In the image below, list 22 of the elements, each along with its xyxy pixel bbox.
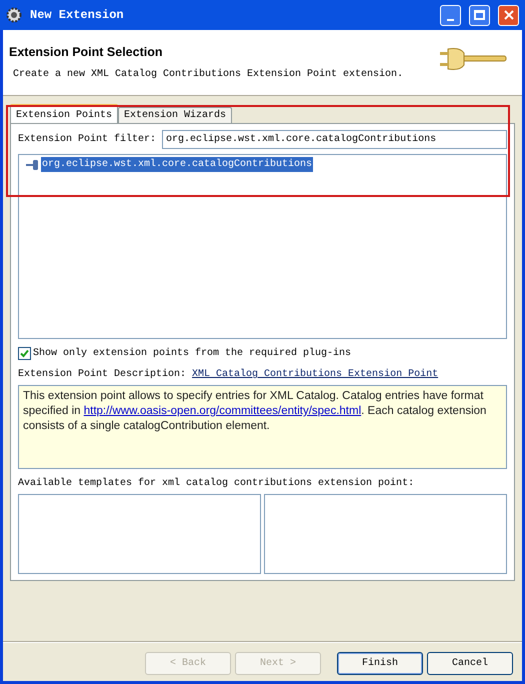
list-item[interactable]: org.eclipse.wst.xml.core.catalogContributions — [41, 157, 314, 172]
dialog-button[interactable]: Cancel — [427, 652, 513, 675]
checkbox[interactable] — [18, 347, 31, 360]
templates-label: Available templates for xml catalog contributions extension point: — [18, 476, 416, 491]
gear-icon — [6, 7, 22, 23]
filter-field[interactable]: org.eclipse.wst.xml.core.catalogContributions — [162, 130, 507, 149]
checkbox-label: Show only extension points from the required plug-ins — [33, 346, 352, 361]
description-link[interactable]: XML Catalog Contributions Extension Point — [192, 367, 438, 382]
filter-label: Extension Point filter: — [18, 132, 156, 147]
window-title: New Extension — [30, 7, 125, 24]
dialog-button[interactable]: Finish — [337, 652, 423, 675]
spec-link[interactable]: http://www.oasis-open.org/committees/entity/spec.html — [84, 405, 362, 417]
maximize-button[interactable] — [469, 4, 490, 26]
page-title: Extension Point Selection — [9, 44, 164, 62]
close-icon — [504, 10, 514, 20]
tab[interactable]: Extension Wizards — [118, 107, 232, 123]
close-button[interactable] — [498, 4, 519, 26]
description-label: Extension Point Description: — [18, 368, 186, 382]
plug-icon — [24, 158, 40, 170]
description-text: This extension point allows to specify entries for XML Catalog. Catalog entries have format specified in http://www.oasis-open.org/committees/entity/spec.html. Each catalog extension consists of a single catalogContribution element. — [23, 389, 488, 434]
minimize-button[interactable] — [440, 4, 461, 26]
page-subtitle: Create a new XML Catalog Contributions Extension Point extension. — [12, 68, 404, 82]
